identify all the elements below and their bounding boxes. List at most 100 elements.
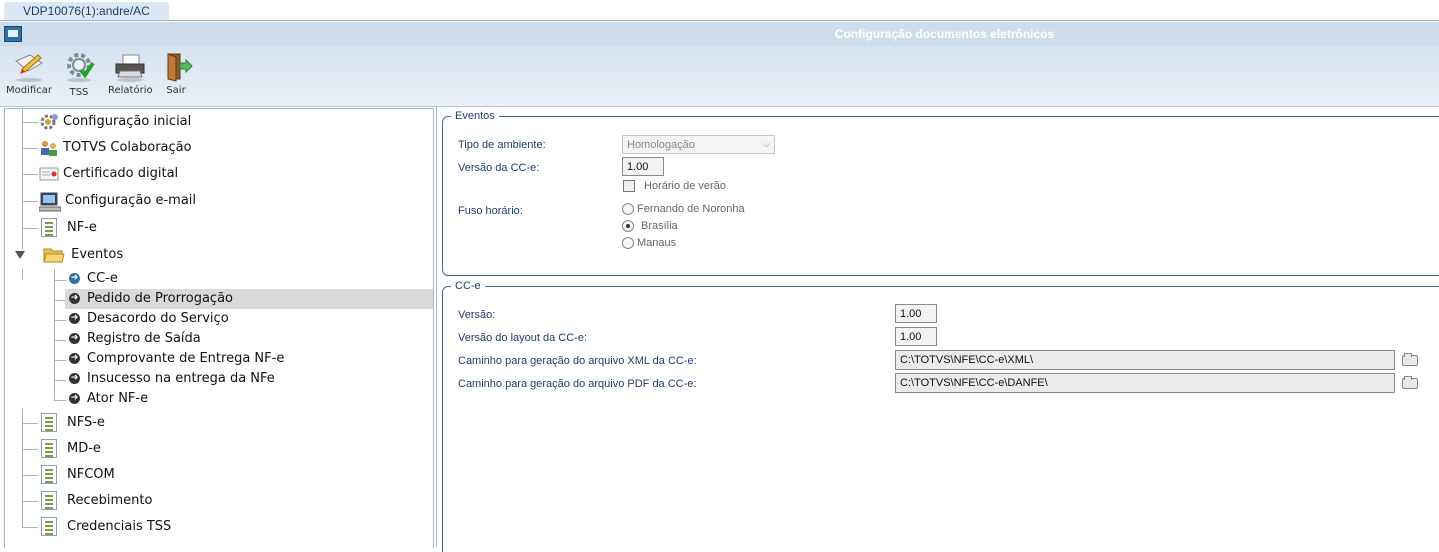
radio-brasilia[interactable]: Brasília bbox=[622, 219, 678, 233]
settings-panel: Eventos Tipo de ambiente: Homologação ⌵ … bbox=[436, 107, 1439, 552]
tree-item-label: Pedido de Prorrogação bbox=[87, 291, 233, 306]
arrow-right-icon: ➜ bbox=[69, 353, 80, 364]
title-bar: Configuração documentos eletrônicos bbox=[0, 22, 1439, 46]
tree-item-registro-saida[interactable]: ➜ Registro de Saída bbox=[69, 329, 201, 349]
certificate-icon bbox=[39, 165, 59, 183]
pdf-path-label: Caminho para geração do arquivo PDF da C… bbox=[458, 378, 697, 390]
radio-manaus[interactable]: Manaus bbox=[622, 236, 676, 250]
folder-open-icon bbox=[43, 246, 65, 264]
tree-item-label: Registro de Saída bbox=[87, 331, 201, 346]
radio-label: Fernando de Noronha bbox=[637, 203, 745, 215]
tree-item-configuracao-inicial[interactable]: Configuração inicial bbox=[39, 111, 191, 133]
tree-item-certificado-digital[interactable]: Certificado digital bbox=[39, 163, 178, 185]
tree-item-label: Configuração inicial bbox=[63, 114, 192, 129]
computer-icon bbox=[38, 192, 62, 211]
tree-item-insucesso-entrega[interactable]: ➜ Insucesso na entrega da NFe bbox=[69, 369, 275, 389]
gears-icon bbox=[39, 113, 59, 131]
toolbar: Modificar TSS Relatório Sair bbox=[0, 46, 1439, 107]
tree-item-label: MD-e bbox=[67, 441, 101, 456]
document-list-icon bbox=[41, 218, 57, 237]
arrow-right-icon: ➜ bbox=[69, 313, 80, 324]
tree-item-nfcom[interactable]: NFCOM bbox=[41, 464, 115, 486]
report-button-label: Relatório bbox=[108, 85, 153, 96]
tree-item-label: Configuração e-mail bbox=[65, 193, 197, 208]
arrow-right-icon: ➜ bbox=[69, 333, 80, 344]
versao-label: Versão: bbox=[458, 309, 496, 321]
radio-fernando-noronha[interactable]: Fernando de Noronha bbox=[622, 202, 745, 216]
tree-item-desacordo-servico[interactable]: ➜ Desacordo do Serviço bbox=[69, 309, 229, 329]
tree-item-label: TOTVS Colaboração bbox=[63, 140, 192, 155]
document-list-icon bbox=[41, 491, 57, 510]
window-title: Configuração documentos eletrônicos bbox=[834, 27, 1055, 41]
xml-path-input[interactable]: C:\TOTVS\NFE\CC-e\XML\ bbox=[895, 350, 1395, 370]
radio-dot[interactable] bbox=[622, 203, 634, 216]
tree-item-label: NF-e bbox=[67, 220, 97, 235]
modify-button[interactable]: Modificar bbox=[6, 51, 52, 96]
chevron-down-icon: ⌵ bbox=[762, 139, 770, 150]
tree-item-label: CC-e bbox=[87, 271, 118, 286]
tree-item-label: Recebimento bbox=[67, 493, 153, 508]
eventos-legend: Eventos bbox=[455, 110, 495, 122]
tipo-ambiente-label: Tipo de ambiente: bbox=[458, 139, 546, 151]
fuso-horario-label: Fuso horário: bbox=[458, 205, 523, 217]
tree-item-pedido-prorrogacao[interactable]: ➜ Pedido de Prorrogação bbox=[69, 289, 233, 309]
exit-door-icon bbox=[160, 51, 194, 83]
tree-item-eventos[interactable]: Eventos bbox=[15, 244, 123, 266]
versao-layout-label: Versão do layout da CC-e: bbox=[458, 332, 588, 344]
tss-button[interactable]: TSS bbox=[60, 51, 98, 98]
tree-item-mde[interactable]: MD-e bbox=[41, 438, 101, 460]
xml-path-label: Caminho para geração do arquivo XML da C… bbox=[458, 355, 697, 367]
horario-verao-label: Horário de verão bbox=[644, 180, 726, 192]
arrow-right-icon: ➜ bbox=[69, 273, 80, 284]
tree-item-ator-nfe[interactable]: ➜ Ator NF-e bbox=[69, 389, 148, 409]
cce-legend: CC-e bbox=[455, 280, 481, 292]
xml-folder-browse-icon[interactable] bbox=[1402, 353, 1418, 366]
tree-item-cce[interactable]: ➜ CC-e bbox=[69, 269, 118, 289]
pdf-folder-browse-icon[interactable] bbox=[1402, 376, 1418, 389]
document-list-icon bbox=[41, 413, 57, 432]
report-button[interactable]: Relatório bbox=[108, 51, 153, 96]
versao-cce-input[interactable]: 1.00 bbox=[622, 157, 664, 176]
tree-item-label: NFCOM bbox=[67, 467, 115, 482]
people-icon bbox=[39, 139, 59, 157]
tree-item-totvs-colaboracao[interactable]: TOTVS Colaboração bbox=[39, 137, 192, 159]
horario-verao-checkbox[interactable]: Horário de verão bbox=[623, 180, 726, 193]
tree-item-nfse[interactable]: NFS-e bbox=[41, 412, 105, 434]
tree-item-label: Credenciais TSS bbox=[67, 519, 172, 534]
tree-item-label: NFS-e bbox=[67, 415, 105, 430]
exit-button[interactable]: Sair bbox=[160, 51, 194, 96]
tree-item-nfe[interactable]: NF-e bbox=[41, 217, 97, 239]
versao-cce-label: Versão da CC-e: bbox=[458, 162, 540, 174]
tree-item-comprovante-entrega[interactable]: ➜ Comprovante de Entrega NF-e bbox=[69, 349, 284, 369]
checkbox-box[interactable] bbox=[623, 180, 635, 193]
tree-item-credenciais-tss[interactable]: Credenciais TSS bbox=[41, 516, 171, 538]
radio-label: Manaus bbox=[637, 237, 677, 249]
tree-item-label: Insucesso na entrega da NFe bbox=[87, 371, 275, 386]
tipo-ambiente-value: Homologação bbox=[627, 139, 695, 151]
tree-item-label: Ator NF-e bbox=[87, 391, 149, 406]
arrow-right-icon: ➜ bbox=[69, 293, 80, 304]
radio-dot[interactable] bbox=[622, 220, 634, 233]
tipo-ambiente-select[interactable]: Homologação ⌵ bbox=[622, 135, 775, 154]
document-list-icon bbox=[41, 465, 57, 484]
tree-item-recebimento[interactable]: Recebimento bbox=[41, 490, 152, 512]
tss-button-label: TSS bbox=[69, 87, 89, 98]
tree-item-label: Comprovante de Entrega NF-e bbox=[87, 351, 285, 366]
versao-layout-input[interactable]: 1.00 bbox=[895, 327, 937, 346]
pdf-path-input[interactable]: C:\TOTVS\NFE\CC-e\DANFE\ bbox=[895, 373, 1395, 393]
versao-input[interactable]: 1.00 bbox=[895, 304, 937, 323]
session-tabstrip: VDP10076(1):andre/AC bbox=[0, 0, 1439, 20]
printer-icon bbox=[113, 51, 147, 83]
tree-item-label: Certificado digital bbox=[63, 166, 179, 181]
collapse-triangle-icon[interactable] bbox=[15, 250, 25, 259]
tree-item-label: Desacordo do Serviço bbox=[87, 311, 229, 326]
app-window: Configuração documentos eletrônicos Modi… bbox=[0, 20, 1439, 552]
radio-dot[interactable] bbox=[622, 237, 634, 250]
navigation-tree: Configuração inicial TOTVS Colaboração C… bbox=[4, 108, 434, 548]
session-tab[interactable]: VDP10076(1):andre/AC bbox=[4, 2, 169, 20]
eventos-group: Eventos bbox=[442, 110, 1439, 276]
tree-item-configuracao-email[interactable]: Configuração e-mail bbox=[38, 190, 197, 212]
document-list-icon bbox=[41, 517, 57, 536]
radio-label: Brasília bbox=[641, 220, 678, 232]
document-list-icon bbox=[41, 439, 57, 458]
